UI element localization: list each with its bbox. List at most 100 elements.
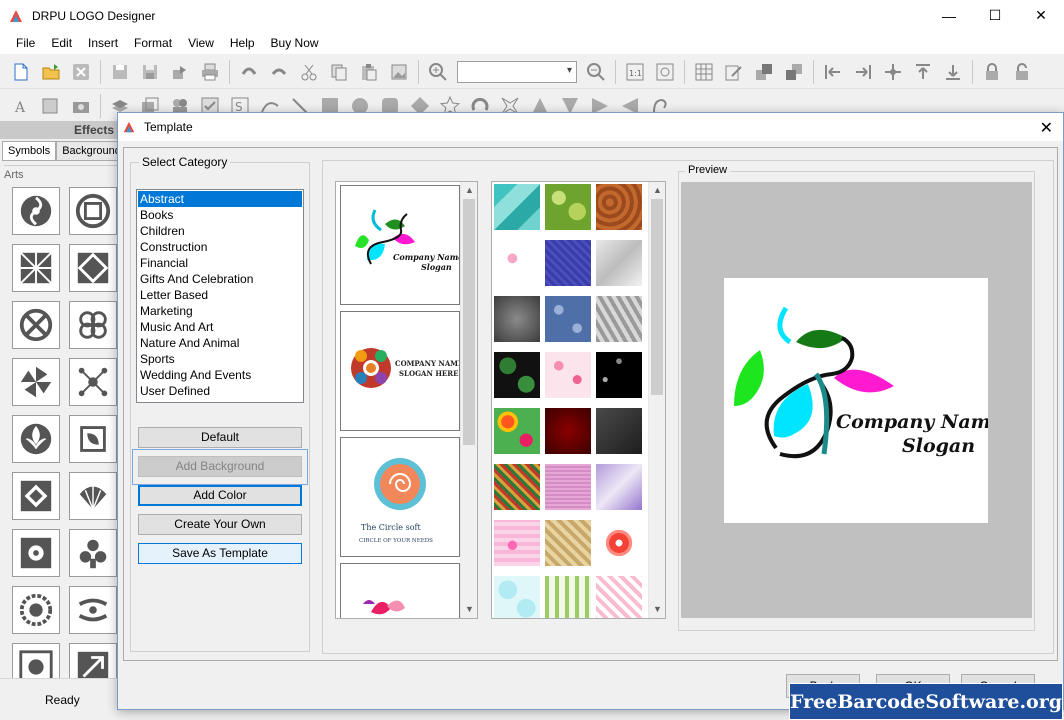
add-color-button[interactable]: Add Color xyxy=(138,485,302,506)
menu-edit[interactable]: Edit xyxy=(43,36,80,50)
background-tile[interactable] xyxy=(596,576,642,618)
category-item[interactable]: Wedding And Events xyxy=(138,367,302,383)
category-item[interactable]: Books xyxy=(138,207,302,223)
art-diamond-badge-icon[interactable] xyxy=(12,472,60,520)
scroll-up-icon[interactable]: ▲ xyxy=(461,182,477,199)
text-tool-icon[interactable]: A xyxy=(9,94,33,118)
camera-tool-icon[interactable] xyxy=(69,94,93,118)
menu-help[interactable]: Help xyxy=(222,36,263,50)
create-your-own-button[interactable]: Create Your Own xyxy=(138,514,302,535)
category-item[interactable]: Letter Based xyxy=(138,287,302,303)
background-tile[interactable] xyxy=(494,240,540,286)
art-fleur-icon[interactable] xyxy=(12,415,60,463)
category-item[interactable]: Abstract xyxy=(138,191,302,207)
category-item[interactable]: Construction xyxy=(138,239,302,255)
align-top-icon[interactable] xyxy=(911,60,935,84)
art-shell-icon[interactable] xyxy=(69,472,117,520)
save-as-icon[interactable] xyxy=(138,60,162,84)
align-center-icon[interactable] xyxy=(881,60,905,84)
category-item[interactable]: Sports xyxy=(138,351,302,367)
background-tile[interactable] xyxy=(596,408,642,454)
category-listbox[interactable]: Abstract Books Children Construction Fin… xyxy=(136,189,304,403)
scroll-down-icon[interactable]: ▼ xyxy=(649,601,665,618)
art-celtic-ring-icon[interactable] xyxy=(12,301,60,349)
minimize-button[interactable]: — xyxy=(926,0,972,31)
background-tile[interactable] xyxy=(596,352,642,398)
menu-view[interactable]: View xyxy=(180,36,222,50)
open-folder-icon[interactable] xyxy=(39,60,63,84)
scroll-thumb[interactable] xyxy=(463,199,475,445)
image-tool-icon[interactable] xyxy=(39,94,63,118)
scroll-down-icon[interactable]: ▼ xyxy=(461,601,477,618)
background-tile[interactable] xyxy=(545,576,591,618)
art-diamond-knot-icon[interactable] xyxy=(69,244,117,292)
new-file-icon[interactable] xyxy=(9,60,33,84)
menu-file[interactable]: File xyxy=(8,36,43,50)
align-left-icon[interactable] xyxy=(821,60,845,84)
fit-window-icon[interactable] xyxy=(653,60,677,84)
background-tile[interactable] xyxy=(596,520,642,566)
category-item[interactable]: User Defined xyxy=(138,383,302,399)
background-tile[interactable] xyxy=(494,576,540,618)
background-tile[interactable] xyxy=(545,408,591,454)
menu-insert[interactable]: Insert xyxy=(80,36,126,50)
send-back-icon[interactable] xyxy=(782,60,806,84)
background-list[interactable]: ▲ ▼ xyxy=(491,181,666,619)
dialog-close-button[interactable]: ✕ xyxy=(1040,118,1053,138)
art-bracket-icon[interactable] xyxy=(69,586,117,634)
background-tile[interactable] xyxy=(596,184,642,230)
background-tile[interactable] xyxy=(494,184,540,230)
category-item[interactable]: Marketing xyxy=(138,303,302,319)
background-tile[interactable] xyxy=(596,464,642,510)
background-tile[interactable] xyxy=(545,520,591,566)
category-item[interactable]: Music And Art xyxy=(138,319,302,335)
template-list-scrollbar[interactable]: ▲ ▼ xyxy=(460,182,477,618)
actual-size-icon[interactable]: 1:1 xyxy=(623,60,647,84)
art-quad-knot-icon[interactable] xyxy=(69,301,117,349)
background-tile[interactable] xyxy=(494,352,540,398)
redo-icon[interactable] xyxy=(267,60,291,84)
background-tile[interactable] xyxy=(494,408,540,454)
background-tile[interactable] xyxy=(545,464,591,510)
category-item[interactable]: Financial xyxy=(138,255,302,271)
bring-front-icon[interactable] xyxy=(752,60,776,84)
template-card[interactable]: COMPANY NAME SLOGAN HERE xyxy=(340,311,463,431)
scroll-up-icon[interactable]: ▲ xyxy=(649,182,665,199)
category-item[interactable]: Gifts And Celebration xyxy=(138,271,302,287)
template-list[interactable]: Company Name Slogan COMPANY NAME SLOGAN … xyxy=(335,181,478,619)
scroll-thumb[interactable] xyxy=(651,199,663,395)
art-knot-circle-icon[interactable] xyxy=(69,187,117,235)
art-flower-frame-icon[interactable] xyxy=(12,529,60,577)
category-item[interactable]: Children xyxy=(138,223,302,239)
image-import-icon[interactable] xyxy=(387,60,411,84)
template-card[interactable] xyxy=(340,563,460,618)
paste-icon[interactable] xyxy=(357,60,381,84)
art-scroll-icon[interactable] xyxy=(69,415,117,463)
menu-buy-now[interactable]: Buy Now xyxy=(263,36,327,50)
cut-icon[interactable] xyxy=(297,60,321,84)
art-ornament-icon[interactable] xyxy=(69,529,117,577)
align-right-icon[interactable] xyxy=(851,60,875,84)
background-tile[interactable] xyxy=(494,296,540,342)
template-card[interactable]: The Circle soft CIRCLE OF YOUR NEEDS xyxy=(340,437,460,557)
menu-format[interactable]: Format xyxy=(126,36,180,50)
background-tile[interactable] xyxy=(545,184,591,230)
save-as-template-button[interactable]: Save As Template xyxy=(138,543,302,564)
background-tile[interactable] xyxy=(545,296,591,342)
art-lattice-square-icon[interactable] xyxy=(12,244,60,292)
art-triskele-icon[interactable] xyxy=(12,187,60,235)
default-button[interactable]: Default xyxy=(138,427,302,448)
background-tile[interactable] xyxy=(545,352,591,398)
close-button[interactable]: ✕ xyxy=(1018,0,1064,31)
close-doc-icon[interactable] xyxy=(69,60,93,84)
zoom-in-icon[interactable] xyxy=(426,60,450,84)
copy-icon[interactable] xyxy=(327,60,351,84)
grid-icon[interactable] xyxy=(692,60,716,84)
background-tile[interactable] xyxy=(596,296,642,342)
unlock-icon[interactable] xyxy=(1010,60,1034,84)
zoom-out-icon[interactable] xyxy=(584,60,608,84)
align-bottom-icon[interactable] xyxy=(941,60,965,84)
save-icon[interactable] xyxy=(108,60,132,84)
art-sun-disc-icon[interactable] xyxy=(12,586,60,634)
tab-symbols[interactable]: Symbols xyxy=(2,141,57,161)
